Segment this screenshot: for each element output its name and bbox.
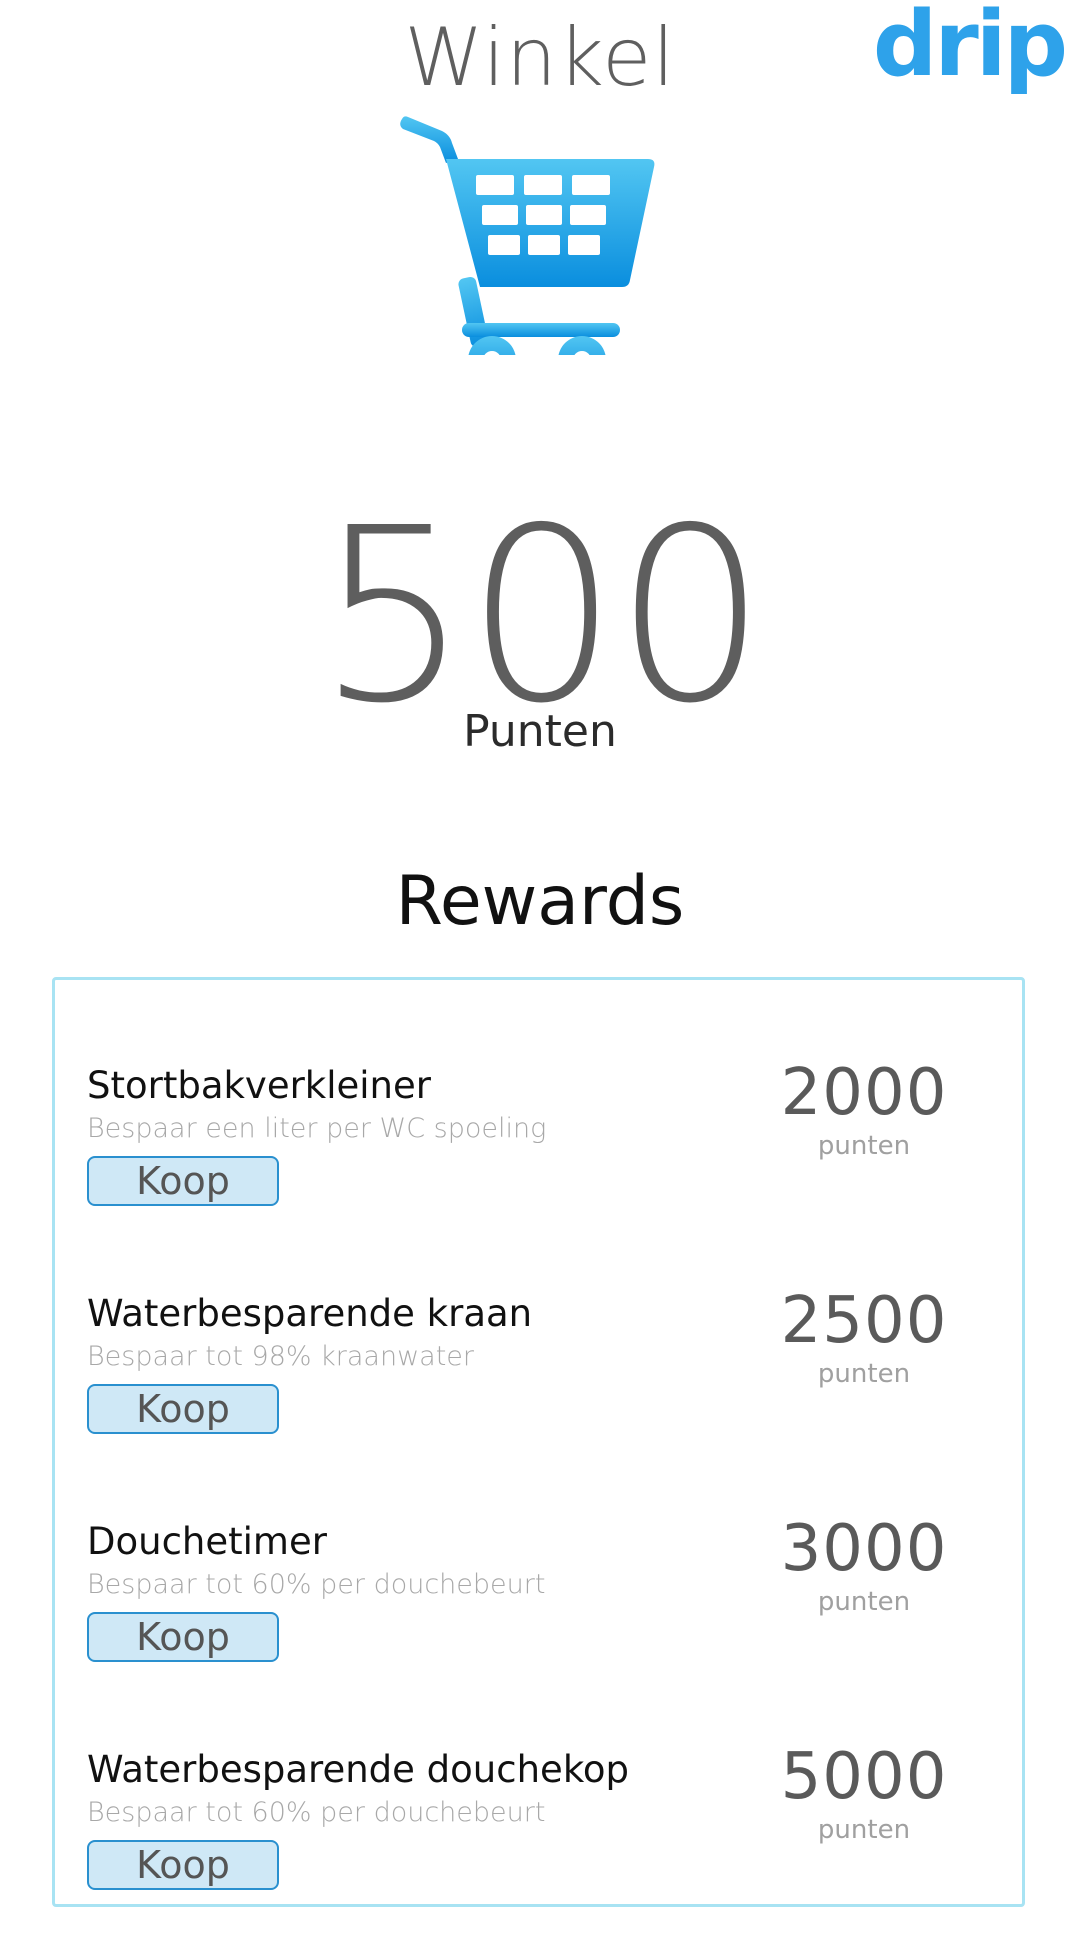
- reward-cost: 3000: [780, 1512, 948, 1586]
- reward-cost-unit: punten: [817, 1359, 911, 1389]
- reward-cost-unit: punten: [817, 1815, 911, 1845]
- reward-description: Bespaar tot 98% kraanwater: [87, 1341, 475, 1372]
- reward-name: Stortbakverkleiner: [87, 1064, 431, 1107]
- reward-cost-unit: punten: [817, 1131, 911, 1161]
- buy-button[interactable]: Koop: [87, 1156, 279, 1206]
- shopping-cart-icon: [400, 116, 655, 355]
- reward-cost: 2000: [780, 1056, 948, 1130]
- reward-description: Bespaar tot 60% per douchebeurt: [87, 1569, 546, 1600]
- reward-cost: 5000: [780, 1740, 948, 1814]
- reward-item-waterbesparende-kraan: Waterbesparende kraan Bespaar tot 98% kr…: [55, 1289, 1022, 1495]
- reward-cost-unit: punten: [817, 1587, 911, 1617]
- buy-button[interactable]: Koop: [87, 1840, 279, 1890]
- reward-name: Waterbesparende douchekop: [87, 1748, 630, 1791]
- reward-item-waterbesparende-douchekop: Waterbesparende douchekop Bespaar tot 60…: [55, 1745, 1022, 1951]
- rewards-heading: Rewards: [395, 862, 685, 941]
- buy-button[interactable]: Koop: [87, 1612, 279, 1662]
- points-unit-label: Punten: [463, 706, 617, 757]
- brand-logo: drip: [872, 0, 1068, 97]
- reward-name: Douchetimer: [87, 1520, 327, 1563]
- reward-item-douchetimer: Douchetimer Bespaar tot 60% per douchebe…: [55, 1517, 1022, 1723]
- reward-name: Waterbesparende kraan: [87, 1292, 533, 1335]
- reward-item-stortbakverkleiner: Stortbakverkleiner Bespaar een liter per…: [55, 1061, 1022, 1267]
- reward-description: Bespaar tot 60% per douchebeurt: [87, 1797, 546, 1828]
- reward-description: Bespaar een liter per WC spoeling: [87, 1113, 547, 1144]
- reward-cost: 2500: [780, 1284, 948, 1358]
- points-balance: 500: [316, 476, 767, 756]
- buy-button[interactable]: Koop: [87, 1384, 279, 1434]
- rewards-list: Stortbakverkleiner Bespaar een liter per…: [52, 977, 1025, 1907]
